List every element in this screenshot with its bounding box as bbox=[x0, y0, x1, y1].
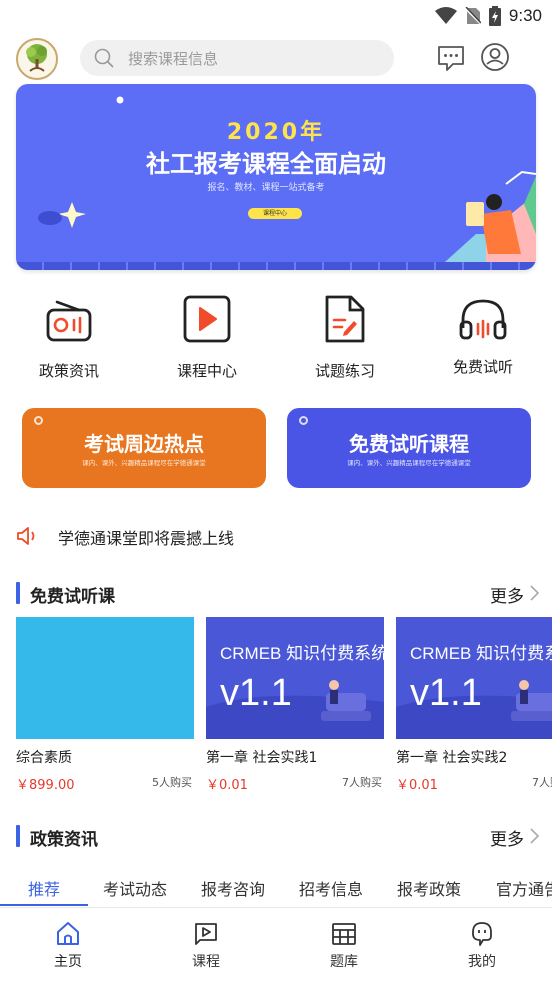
course-card[interactable]: CRMEB 知识付费系统 v1.1 第一章 社会实践1 ￥0.01 7人购买 bbox=[206, 617, 384, 797]
question-bank-icon bbox=[332, 923, 356, 945]
quick-nav-exercises[interactable]: 试题练习 bbox=[293, 294, 397, 380]
promo-dot bbox=[299, 416, 308, 425]
tab-exam-policy[interactable]: 报考政策 bbox=[397, 876, 461, 900]
speaker-icon bbox=[17, 527, 35, 545]
banner-year: 2020年 bbox=[226, 120, 326, 145]
course-price: ￥0.01 bbox=[206, 778, 248, 793]
play-icon bbox=[183, 295, 231, 343]
section-accent-bar bbox=[16, 825, 20, 847]
no-sim-icon bbox=[464, 7, 481, 25]
active-tab-indicator bbox=[0, 904, 88, 906]
tab-recommended[interactable]: 推荐 bbox=[28, 876, 60, 900]
chevron-right-icon[interactable] bbox=[528, 584, 540, 602]
promo-card-hot-topics[interactable]: 考试周边热点 课内、课外、兴趣精品课程尽在学德通课堂 bbox=[22, 408, 266, 488]
section-accent-bar bbox=[16, 582, 20, 604]
course-thumbnail bbox=[16, 617, 194, 739]
tab-exam-consulting[interactable]: 报考咨询 bbox=[201, 876, 265, 900]
banner-title: 社工报考课程全面启动 bbox=[146, 150, 386, 178]
status-time: 9:30 bbox=[508, 6, 542, 25]
promo-title: 考试周边热点 bbox=[84, 432, 204, 456]
radio-icon bbox=[46, 300, 92, 342]
course-sold-count: 5人购买 bbox=[152, 776, 192, 789]
course-name: 第一章 社会实践2 bbox=[396, 750, 508, 766]
thumbnail-title: CRMEB 知识付费系统 bbox=[220, 644, 384, 663]
app-logo[interactable] bbox=[16, 38, 58, 80]
tab-recruitment-info[interactable]: 招考信息 bbox=[299, 876, 363, 900]
message-icon[interactable] bbox=[436, 43, 466, 73]
section-title: 免费试听课 bbox=[30, 587, 115, 607]
bottom-nav-label: 我的 bbox=[468, 954, 496, 970]
bottom-nav-question-bank[interactable]: 题库 bbox=[304, 920, 384, 971]
more-link[interactable]: 更多 bbox=[490, 582, 524, 607]
promo-card-free-trial[interactable]: 免费试听课程 课内、课外、兴趣精品课程尽在学德通课堂 bbox=[287, 408, 531, 488]
thumbnail-title: CRMEB 知识付费系统 bbox=[410, 644, 552, 663]
quick-nav-label: 课程中心 bbox=[176, 362, 237, 380]
quick-nav-policy[interactable]: 政策资讯 bbox=[17, 294, 121, 380]
promo-banner[interactable]: 2020年 社工报考课程全面启动 报名、教材、课程一站式备考 课程中心 bbox=[16, 84, 536, 270]
course-carousel[interactable]: 综合素质 ￥899.00 5人购买 CRMEB 知识付费系统 v1.1 第一章 … bbox=[0, 617, 552, 797]
tab-official-notice[interactable]: 官方通告 bbox=[496, 876, 552, 900]
bottom-nav-profile[interactable]: 我的 bbox=[442, 920, 522, 971]
banner-subtitle: 报名、教材、课程一站式备考 bbox=[207, 183, 325, 193]
bottom-nav-label: 课程 bbox=[192, 954, 220, 970]
bottom-nav-label: 题库 bbox=[330, 954, 358, 970]
notice-text: 学德通课堂即将震撼上线 bbox=[58, 529, 235, 548]
tab-exam-news[interactable]: 考试动态 bbox=[103, 876, 167, 900]
bottom-nav-courses[interactable]: 课程 bbox=[166, 920, 246, 971]
course-price: ￥0.01 bbox=[396, 778, 438, 793]
search-placeholder: 搜索课程信息 bbox=[128, 50, 219, 68]
header: 搜索课程信息 bbox=[0, 36, 552, 80]
wifi-icon bbox=[434, 7, 457, 24]
promo-subtitle: 课内、课外、兴趣精品课程尽在学德通课堂 bbox=[82, 459, 206, 467]
search-bar[interactable]: 搜索课程信息 bbox=[80, 40, 394, 76]
home-icon bbox=[57, 922, 79, 945]
quick-nav-courses[interactable]: 课程中心 bbox=[155, 294, 259, 380]
quick-nav-label: 免费试听 bbox=[452, 358, 513, 376]
thumbnail-version: v1.1 bbox=[220, 672, 292, 714]
section-header-policy-news: 政策资讯 更多 bbox=[16, 822, 540, 850]
bottom-nav-home[interactable]: 主页 bbox=[28, 920, 108, 971]
quick-nav: 政策资讯 课程中心 试题练习 免费试听 bbox=[0, 294, 552, 380]
promo-dot bbox=[34, 416, 43, 425]
status-icons: 9:30 bbox=[434, 6, 542, 26]
quick-nav-label: 政策资讯 bbox=[38, 362, 99, 380]
section-header-free-courses: 免费试听课 更多 bbox=[16, 579, 540, 607]
course-thumbnail: CRMEB 知识付费系统 v1.1 bbox=[396, 617, 552, 739]
more-link[interactable]: 更多 bbox=[490, 825, 524, 850]
chevron-right-icon[interactable] bbox=[528, 827, 540, 845]
thumbnail-version: v1.1 bbox=[410, 672, 482, 714]
headphones-icon bbox=[459, 299, 507, 340]
course-name: 综合素质 bbox=[16, 750, 72, 766]
course-sold-count: 7人购买 bbox=[532, 776, 552, 789]
course-thumbnail: CRMEB 知识付费系统 v1.1 bbox=[206, 617, 384, 739]
banner-button[interactable]: 课程中心 bbox=[248, 208, 302, 219]
course-card[interactable]: CRMEB 知识付费系统 v1.1 第一章 社会实践2 ￥0.01 7人购买 bbox=[396, 617, 552, 797]
course-name: 第一章 社会实践1 bbox=[206, 750, 318, 766]
banner-ruler bbox=[16, 262, 536, 270]
profile-icon bbox=[472, 922, 492, 946]
course-play-icon bbox=[195, 923, 217, 945]
promo-title: 免费试听课程 bbox=[349, 432, 469, 456]
bottom-nav-label: 主页 bbox=[54, 954, 82, 970]
tree-logo-icon bbox=[26, 44, 47, 72]
search-icon bbox=[94, 48, 114, 68]
course-card[interactable]: 综合素质 ￥899.00 5人购买 bbox=[16, 617, 194, 797]
quick-nav-free-trial[interactable]: 免费试听 bbox=[431, 294, 535, 380]
quick-nav-label: 试题练习 bbox=[314, 362, 375, 380]
battery-charging-icon bbox=[488, 6, 501, 26]
category-tabs: 推荐 考试动态 报考咨询 招考信息 报考政策 官方通告 bbox=[0, 872, 552, 908]
document-edit-icon bbox=[325, 295, 365, 343]
promo-subtitle: 课内、课外、兴趣精品课程尽在学德通课堂 bbox=[347, 459, 471, 467]
section-title: 政策资讯 bbox=[30, 830, 98, 850]
bottom-nav: 主页 课程 题库 我的 bbox=[0, 908, 552, 983]
user-icon[interactable] bbox=[480, 42, 510, 72]
course-sold-count: 7人购买 bbox=[342, 776, 382, 789]
status-bar: 9:30 bbox=[0, 0, 552, 32]
course-price: ￥899.00 bbox=[16, 778, 75, 793]
